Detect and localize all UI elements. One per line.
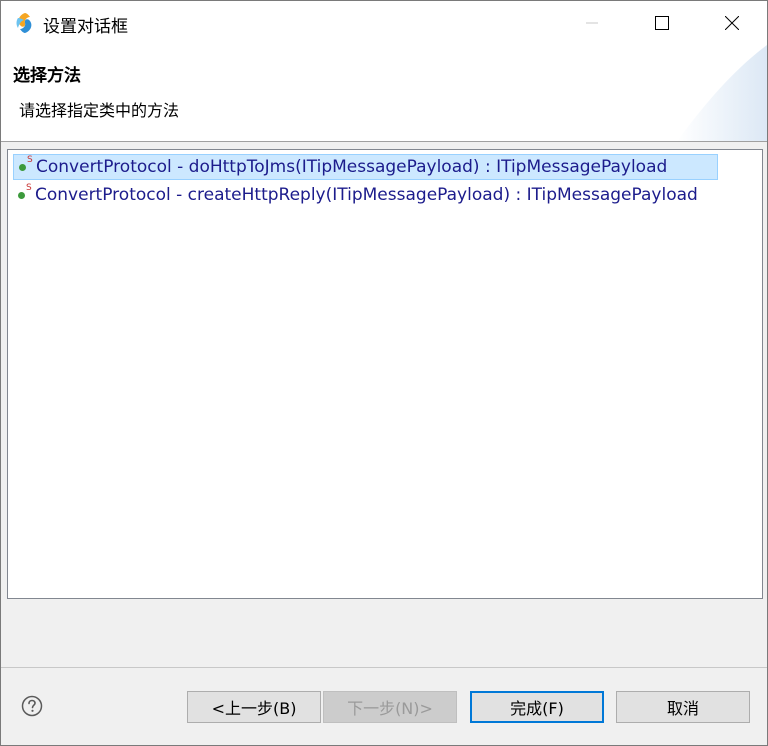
wizard-header: 选择方法 请选择指定类中的方法	[1, 45, 767, 141]
close-icon	[725, 16, 739, 30]
maximize-button[interactable]	[627, 1, 697, 45]
method-label: ConvertProtocol - doHttpToJms(ITipMessag…	[36, 157, 668, 177]
next-button[interactable]: 下一步(N)>	[323, 691, 457, 723]
app-logo-icon	[16, 13, 32, 33]
minimize-button[interactable]	[557, 1, 627, 45]
window-title: 设置对话框	[43, 17, 128, 37]
maximize-icon	[655, 16, 669, 30]
static-badge: S	[26, 183, 32, 193]
back-button[interactable]: <上一步(B)	[187, 691, 321, 723]
finish-button[interactable]: 完成(F)	[470, 691, 604, 723]
cancel-button[interactable]: 取消	[616, 691, 750, 723]
help-icon[interactable]	[21, 695, 43, 717]
dialog-window: 设置对话框 选择方法 请选择指定类中的方法 S ConvertProtocol …	[0, 0, 768, 746]
header-divider	[1, 141, 767, 142]
method-list[interactable]: S ConvertProtocol - doHttpToJms(ITipMess…	[7, 149, 763, 599]
static-badge: S	[27, 155, 33, 165]
public-static-method-icon: S	[14, 154, 34, 180]
page-description: 请选择指定类中的方法	[19, 101, 180, 120]
method-list-item[interactable]: S ConvertProtocol - createHttpReply(ITip…	[13, 182, 733, 208]
footer-divider	[1, 667, 767, 668]
page-title: 选择方法	[13, 66, 81, 86]
method-label: ConvertProtocol - createHttpReply(ITipMe…	[35, 185, 698, 205]
minimize-icon	[586, 22, 598, 24]
close-button[interactable]	[697, 1, 767, 45]
method-list-item[interactable]: S ConvertProtocol - doHttpToJms(ITipMess…	[13, 154, 718, 180]
public-static-method-icon: S	[13, 182, 33, 208]
title-bar[interactable]: 设置对话框	[1, 1, 767, 45]
header-decoration-graphic	[677, 45, 767, 141]
